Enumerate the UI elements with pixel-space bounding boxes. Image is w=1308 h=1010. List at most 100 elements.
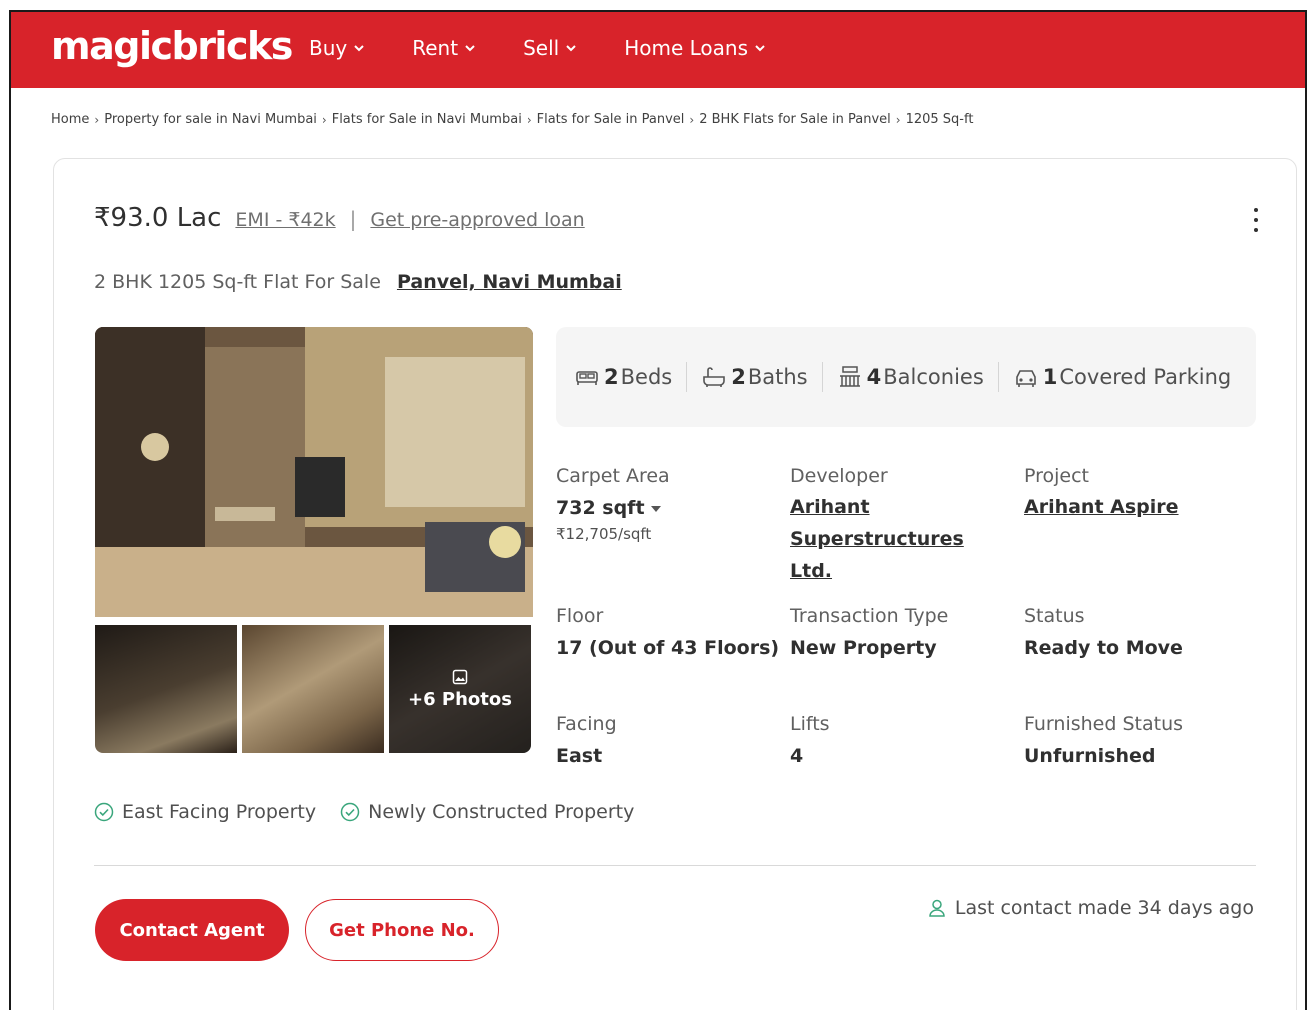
last-contact-info: Last contact made 34 days ago [927, 897, 1254, 919]
lifts-label: Lifts [790, 713, 830, 735]
beds-feature: 2 Beds [574, 364, 672, 390]
bed-icon [576, 371, 598, 385]
site-header: magicbricks Buy Rent Sell Home Loans [11, 12, 1305, 88]
breadcrumb-flats-panvel[interactable]: Flats for Sale in Panvel [537, 112, 685, 127]
user-icon [929, 899, 945, 917]
balconies-feature: 4 Balconies [837, 364, 984, 390]
facing-label: Facing [556, 713, 617, 735]
tag-east-facing-label: East Facing Property [122, 801, 317, 823]
spec-lifts: Lifts 4 [790, 713, 830, 767]
magicbricks-logo[interactable]: magicbricks [51, 24, 293, 68]
contact-agent-button[interactable]: Contact Agent [95, 899, 289, 961]
breadcrumb-separator-icon: › [94, 112, 100, 127]
nav-rent[interactable]: Rent [412, 36, 476, 60]
spec-carpet-area: Carpet Area 732 sqft ₹12,705/sqft [556, 465, 670, 543]
more-options-icon[interactable] [1252, 205, 1260, 239]
nav-rent-label: Rent [412, 36, 459, 60]
spec-status: Status Ready to Move [1024, 605, 1183, 659]
beds-label: Beds [620, 365, 673, 389]
project-label: Project [1024, 465, 1090, 487]
baths-count: 2 [731, 365, 746, 389]
chevron-down-icon [354, 45, 364, 52]
price-row: ₹93.0 Lac EMI - ₹42k | Get pre-approved … [94, 203, 585, 233]
feature-divider [997, 362, 999, 392]
transaction-type-label: Transaction Type [790, 605, 949, 627]
breadcrumb-home[interactable]: Home [51, 112, 89, 127]
listing-title: 2 BHK 1205 Sq-ft Flat For Sale Panvel, N… [94, 271, 622, 293]
get-phone-button[interactable]: Get Phone No. [305, 899, 499, 961]
gallery-icon [452, 669, 468, 684]
more-photos-label: +6 Photos [408, 688, 512, 710]
carpet-area-value: 732 sqft [556, 497, 670, 519]
breadcrumb-2bhk-panvel[interactable]: 2 BHK Flats for Sale in Panvel [699, 112, 891, 127]
breadcrumb-current: 1205 Sq-ft [905, 112, 974, 127]
carpet-area-rate: ₹12,705/sqft [556, 525, 652, 543]
nav-sell-label: Sell [523, 36, 560, 60]
chevron-down-icon [566, 45, 576, 52]
listing-location-link[interactable]: Panvel, Navi Mumbai [397, 271, 622, 293]
lifts-value: 4 [790, 745, 804, 767]
spec-facing: Facing East [556, 713, 617, 767]
breadcrumb-property-navi-mumbai[interactable]: Property for sale in Navi Mumbai [104, 112, 317, 127]
check-circle-icon [94, 802, 114, 822]
furnished-status-label: Furnished Status [1024, 713, 1184, 735]
nav-sell[interactable]: Sell [523, 36, 577, 60]
baths-label: Baths [747, 365, 808, 389]
tag-newly-constructed: Newly Constructed Property [340, 801, 634, 823]
tag-newly-constructed-label: Newly Constructed Property [368, 801, 635, 823]
parking-count: 1 [1042, 365, 1058, 389]
parking-feature: 1 Covered Parking [1013, 364, 1231, 390]
nav-buy-label: Buy [309, 36, 348, 60]
spec-project: Project Arihant Aspire [1024, 465, 1179, 523]
pre-approved-loan-link[interactable]: Get pre-approved loan [370, 209, 584, 231]
chevron-down-icon [465, 45, 475, 52]
photo-thumbnails: +6 Photos [95, 625, 531, 753]
project-link[interactable]: Arihant Aspire [1024, 491, 1179, 523]
carpet-area-label: Carpet Area [556, 465, 670, 487]
breadcrumb-separator-icon: › [526, 112, 532, 127]
feature-divider [821, 362, 823, 392]
carpet-area-value-text: 732 sqft [556, 497, 645, 519]
last-contact-text: Last contact made 34 days ago [954, 897, 1254, 919]
parking-label: Covered Parking [1059, 365, 1232, 389]
furnished-status-value: Unfurnished [1024, 745, 1156, 767]
more-photos-thumbnail[interactable]: +6 Photos [389, 625, 531, 753]
card-divider [94, 865, 1256, 866]
spec-transaction-type: Transaction Type New Property [790, 605, 948, 659]
developer-link[interactable]: Arihant Superstructures Ltd. [790, 491, 1010, 587]
floor-label: Floor [556, 605, 604, 627]
tag-east-facing: East Facing Property [94, 801, 316, 823]
baths-feature: 2 Baths [701, 364, 808, 390]
breadcrumb-flats-navi-mumbai[interactable]: Flats for Sale in Navi Mumbai [332, 112, 522, 127]
main-photo[interactable] [95, 327, 533, 617]
photo-thumbnail[interactable] [242, 625, 384, 753]
emi-link[interactable]: EMI - ₹42k [235, 209, 335, 231]
status-value: Ready to Move [1024, 637, 1183, 659]
living-room-photo-icon [95, 327, 533, 617]
bathtub-icon [703, 367, 726, 387]
car-parking-icon [1015, 370, 1036, 387]
transaction-type-value: New Property [790, 637, 937, 659]
photo-thumbnail[interactable] [95, 625, 237, 753]
features-summary: 2 Beds 2 Baths 4 Balconies 1 Covered Par… [556, 327, 1256, 427]
spec-floor: Floor 17 (Out of 43 Floors) [556, 605, 779, 659]
balconies-label: Balconies [883, 365, 984, 389]
property-tags: East Facing Property Newly Constructed P… [94, 801, 658, 823]
nav-home-loans-label: Home Loans [624, 36, 748, 60]
spec-developer: Developer Arihant Superstructures Ltd. [790, 465, 1010, 587]
main-nav: Buy Rent Sell Home Loans [309, 36, 813, 60]
beds-count: 2 [604, 365, 619, 389]
listing-title-text: 2 BHK 1205 Sq-ft Flat For Sale [94, 271, 381, 293]
nav-buy[interactable]: Buy [309, 36, 365, 60]
balconies-count: 4 [866, 365, 882, 389]
page-frame: magicbricks Buy Rent Sell Home Loans Hom… [9, 10, 1307, 1010]
listing-card: ₹93.0 Lac EMI - ₹42k | Get pre-approved … [53, 158, 1297, 1010]
nav-home-loans[interactable]: Home Loans [624, 36, 766, 60]
spec-furnished-status: Furnished Status Unfurnished [1024, 713, 1183, 767]
breadcrumb-separator-icon: › [689, 112, 695, 127]
price-divider: | [349, 207, 357, 231]
chevron-down-icon [755, 45, 765, 52]
check-circle-icon [340, 802, 360, 822]
breadcrumb-separator-icon: › [321, 112, 327, 127]
unit-dropdown-icon[interactable] [650, 505, 661, 512]
